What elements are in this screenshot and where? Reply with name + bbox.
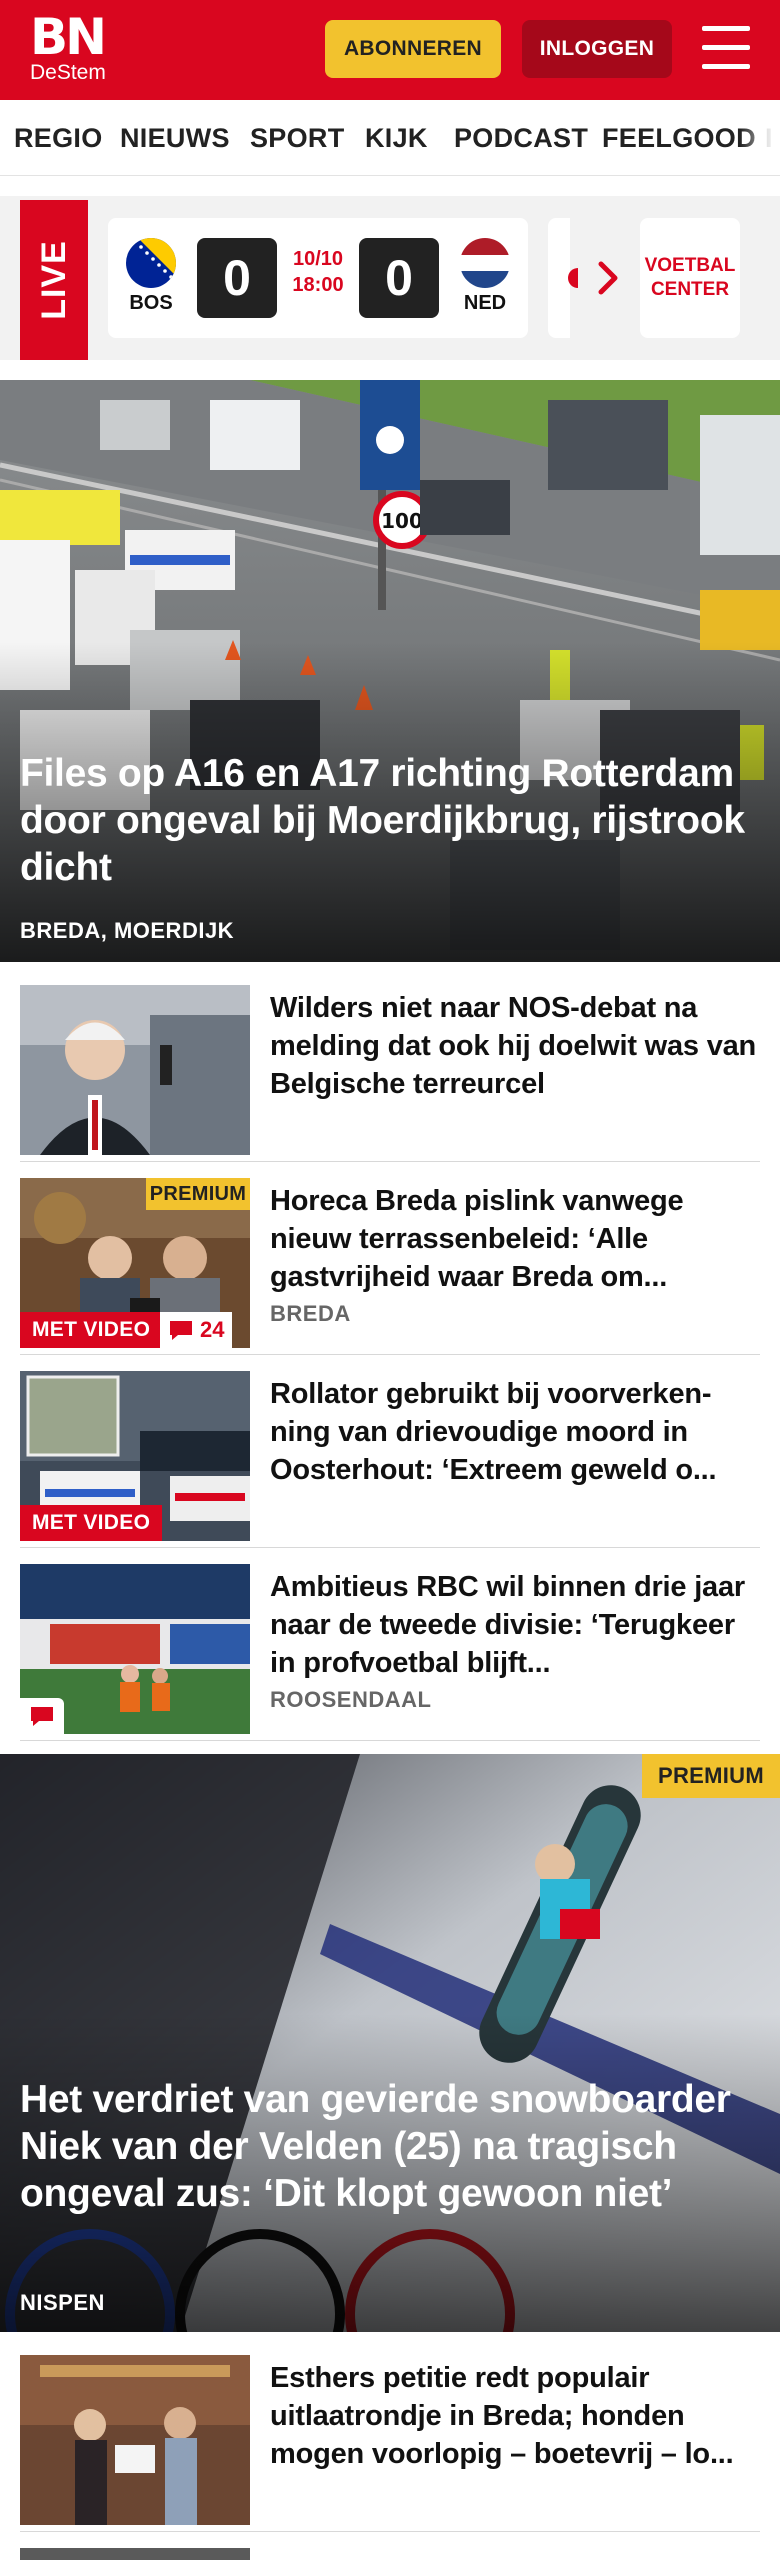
article-row[interactable]: Wilders niet naar NOS-debat na melding d…	[20, 969, 760, 1162]
nav-item-nieuws[interactable]: NIEUWS	[120, 100, 230, 175]
comment-icon[interactable]	[20, 1698, 64, 1734]
article-thumbnail	[20, 2355, 250, 2525]
nav-item-kijk[interactable]: KIJK	[365, 100, 428, 175]
hero2-location: NISPEN	[20, 2290, 105, 2315]
hero-article-2[interactable]: PREMIUM Het verdriet van gevierde snowbo…	[0, 1754, 780, 2332]
nav-item-podcast[interactable]: PODCAST	[454, 100, 588, 175]
hero-article[interactable]: 100 Files op A16 en A17 richting Rotterd…	[0, 380, 780, 962]
subscribe-button[interactable]: ABONNEREN	[325, 20, 501, 78]
nav-item-feelgood[interactable]: FEELGOOD	[602, 100, 756, 175]
article-title[interactable]: Horeca Breda pislink vanwege nieuw terra…	[270, 1182, 760, 1296]
article-row[interactable]: Esthers petitie redt populair uitlaatron…	[20, 2339, 760, 2532]
site-header: BN DeStem ABONNEREN INLOGGEN	[0, 0, 780, 100]
match-time: 18:00	[292, 274, 344, 296]
away-team: NED	[463, 292, 507, 314]
video-badge: MET VIDEO	[20, 1312, 163, 1348]
article-title[interactable]: Esthers petitie redt populair uitlaatron…	[270, 2359, 760, 2473]
article-thumbnail: MET VIDEO	[20, 1371, 250, 1541]
premium-badge: PREMIUM	[642, 1754, 780, 1798]
bosnia-flag-icon	[126, 238, 176, 288]
article-location: ROOSENDAAL	[270, 1687, 432, 1712]
login-button[interactable]: INLOGGEN	[522, 20, 672, 78]
article-thumbnail	[20, 2548, 250, 2560]
video-badge: MET VIDEO	[20, 1505, 163, 1541]
article-thumbnail	[20, 1564, 250, 1734]
premium-badge: PREMIUM	[146, 1178, 250, 1210]
match-datetime: 10/10 18:00	[280, 246, 356, 298]
article-row[interactable]: PREMIUM MET VIDEO 24 Horeca Breda pislin…	[20, 1162, 760, 1355]
netherlands-flag-icon	[460, 238, 510, 288]
hero-location: BREDA, MOERDIJK	[20, 918, 235, 943]
chevron-right-icon[interactable]	[588, 258, 628, 298]
site-logo[interactable]: BN DeStem	[30, 8, 110, 86]
match-date: 10/10	[292, 248, 344, 270]
article-title[interactable]: Wilders niet naar NOS-debat na melding d…	[270, 989, 760, 1103]
main-navigation: REGIO NIEUWS SPORT KIJK PODCAST FEELGOOD…	[0, 100, 780, 176]
article-row-partial[interactable]	[20, 2532, 760, 2560]
home-score: 0	[197, 238, 277, 318]
comment-icon	[170, 1321, 192, 1340]
match-card[interactable]: BOS 0 10/10 18:00 0 NED	[108, 218, 528, 338]
article-thumbnail: PREMIUM MET VIDEO 24	[20, 1178, 250, 1348]
article-location: BREDA	[270, 1301, 351, 1326]
article-thumbnail	[20, 985, 250, 1155]
article-row[interactable]: Ambitieus RBC wil binnen drie jaar naar …	[20, 1548, 760, 1741]
away-score: 0	[359, 238, 439, 318]
article-row[interactable]: MET VIDEO Rollator gebruikt bij voorverk…	[20, 1355, 760, 1548]
article-title[interactable]: Ambitieus RBC wil binnen drie jaar naar …	[270, 1568, 760, 1682]
logo-main: BN	[30, 8, 107, 66]
hamburger-menu-icon[interactable]	[700, 24, 752, 72]
voetbal-center-button[interactable]: VOETBAL CENTER	[640, 218, 740, 338]
next-match-card-peek[interactable]	[548, 218, 578, 338]
logo-sub: DeStem	[30, 61, 106, 84]
nav-item-regio[interactable]: REGIO	[14, 100, 103, 175]
svg-text:100: 100	[381, 509, 423, 533]
article-title[interactable]: Rollator gebruikt bij voorverken­ning va…	[270, 1375, 760, 1489]
nav-fade	[740, 100, 780, 175]
home-team: BOS	[129, 292, 173, 314]
comment-count-badge[interactable]: 24	[160, 1312, 233, 1348]
hero-headline[interactable]: Files op A16 en A17 richting Rotterdam d…	[20, 750, 760, 891]
comment-count: 24	[200, 1317, 225, 1342]
nav-item-sport[interactable]: SPORT	[250, 100, 345, 175]
live-tab[interactable]: LIVE	[20, 200, 88, 360]
hero2-headline[interactable]: Het verdriet van gevierde snowboar­der N…	[20, 2076, 760, 2217]
